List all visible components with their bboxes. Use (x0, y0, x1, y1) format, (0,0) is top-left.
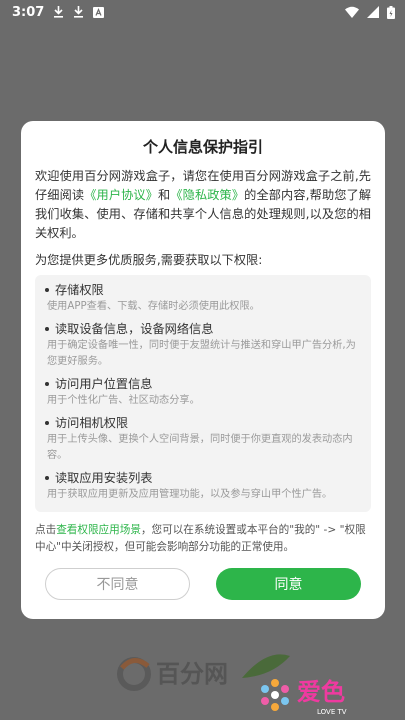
app-notification-icon (93, 6, 105, 18)
list-item: 读取应用安装列表 用于获取应用更新及应用管理功能，以及参与穿山甲个性广告。 (43, 469, 363, 503)
wifi-icon (345, 6, 359, 18)
permission-desc: 用于获取应用更新及应用管理功能，以及参与穿山甲个性广告。 (47, 489, 333, 500)
permission-name-text: 访问相机权限 (55, 416, 129, 430)
disagree-button[interactable]: 不同意 (45, 568, 190, 600)
permission-name: 存储权限 (43, 281, 363, 299)
bullet-icon (45, 288, 49, 292)
download-icon (53, 6, 64, 18)
permission-name-text: 访问用户位置信息 (55, 377, 153, 391)
and-text: 和 (158, 188, 171, 202)
list-item: 访问用户位置信息 用于个性化广告、社区动态分享。 (43, 375, 363, 409)
view-permission-scenarios-link[interactable]: 查看权限应用场景 (56, 524, 141, 536)
permission-name-text: 存储权限 (55, 283, 104, 297)
dialog-buttons: 不同意 同意 (35, 568, 371, 600)
permission-name: 读取设备信息，设备网络信息 (43, 320, 363, 338)
permission-desc: 用于上传头像、更换个人空间背景，同时便于你更直观的发表动态内容。 (47, 434, 353, 461)
permission-name: 访问用户位置信息 (43, 375, 363, 393)
user-agreement-link[interactable]: 《用户协议》 (84, 188, 158, 202)
battery-icon (387, 5, 395, 19)
list-item: 存储权限 使用APP查看、下载、存储时必须使用此权限。 (43, 281, 363, 315)
privacy-policy-link[interactable]: 《隐私政策》 (170, 188, 244, 202)
bullet-icon (45, 421, 49, 425)
watermark: 爱色 LOVE TV (255, 672, 375, 718)
watermark-sub: LOVE TV (317, 708, 347, 716)
status-right (345, 5, 395, 19)
signal-icon (367, 6, 379, 18)
watermark-text: 爱色 (297, 678, 345, 706)
privacy-dialog: 个人信息保护指引 欢迎使用百分网游戏盒子，请您在使用百分网游戏盒子之前,先仔细阅… (21, 121, 385, 619)
bullet-icon (45, 476, 49, 480)
status-left: 3:07 (12, 4, 105, 20)
bullet-icon (45, 382, 49, 386)
permission-name-text: 读取设备信息，设备网络信息 (55, 322, 214, 336)
permission-name: 访问相机权限 (43, 414, 363, 432)
footer-prefix: 点击 (35, 524, 57, 536)
dialog-title: 个人信息保护指引 (142, 138, 263, 156)
status-time: 3:07 (12, 4, 45, 20)
permission-desc: 用于个性化广告、社区动态分享。 (47, 395, 200, 406)
permission-name: 读取应用安装列表 (43, 469, 363, 487)
permission-name-text: 读取应用安装列表 (55, 471, 153, 485)
permission-desc: 用于确定设备唯一性，同时便于友盟统计与推送和穿山甲广告分析,为您更好服务。 (47, 340, 356, 367)
logo-text: 百分网 (156, 660, 228, 688)
list-item: 读取设备信息，设备网络信息 用于确定设备唯一性，同时便于友盟统计与推送和穿山甲广… (43, 320, 363, 370)
list-item: 访问相机权限 用于上传头像、更换个人空间背景，同时便于你更直观的发表动态内容。 (43, 414, 363, 464)
permissions-list: 存储权限 使用APP查看、下载、存储时必须使用此权限。 读取设备信息，设备网络信… (35, 275, 371, 512)
status-bar: 3:07 (0, 0, 405, 24)
intro-text: 欢迎使用百分网游戏盒子，请您在使用百分网游戏盒子之前,先仔细阅读《用户协议》和《… (35, 167, 371, 243)
permissions-subhead: 为您提供更多优质服务,需要获取以下权限: (35, 253, 263, 267)
agree-button[interactable]: 同意 (216, 568, 361, 600)
permission-desc: 使用APP查看、下载、存储时必须使用此权限。 (47, 301, 260, 312)
bullet-icon (45, 327, 49, 331)
footer-note: 点击查看权限应用场景，您可以在系统设置或本平台的"我的" -> "权限中心"中关… (35, 522, 371, 556)
download-icon (73, 6, 84, 18)
